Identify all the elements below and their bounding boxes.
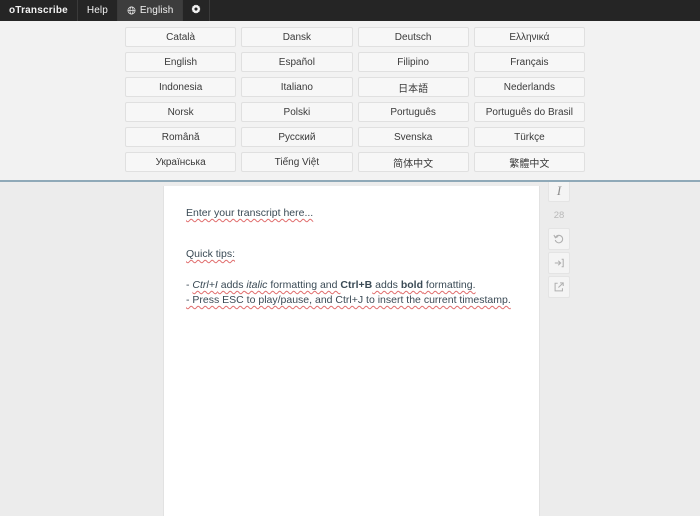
word-count-value: 28 — [553, 210, 565, 221]
transcript-placeholder-text: Enter your transcript here... — [186, 207, 314, 219]
language-option-label: Español — [278, 56, 315, 68]
language-option-label: Filipino — [397, 56, 429, 68]
language-option[interactable]: Українська — [125, 152, 237, 172]
language-option-label: Svenska — [393, 131, 433, 143]
tip-bold-word: bold — [400, 279, 423, 291]
transcript-placeholder: Enter your transcript here... — [186, 206, 517, 221]
language-option-label: Nederlands — [503, 81, 555, 93]
italic-format-label: I — [556, 183, 562, 198]
language-option-label: 繁體中文 — [509, 158, 550, 170]
language-option[interactable]: Română — [125, 127, 237, 147]
tip-text: adds — [217, 279, 247, 291]
transcript-document[interactable]: Enter your transcript here... Quick tips… — [163, 186, 540, 516]
language-option-label: Português do Brasil — [485, 106, 574, 118]
language-option-label: Indonesia — [158, 81, 203, 93]
tip-text: formatting and — [267, 279, 341, 291]
export-button[interactable] — [548, 276, 570, 298]
language-option[interactable]: Tiếng Việt — [241, 152, 353, 172]
transcript-body[interactable]: Enter your transcript here... Quick tips… — [164, 186, 539, 308]
language-option-label: Українська — [155, 156, 206, 168]
language-option-label: Català — [166, 31, 196, 43]
editor-toolbar-rail: I 28 — [541, 180, 589, 516]
language-option[interactable]: Indonesia — [125, 77, 237, 97]
language-option[interactable]: 日本語 — [357, 77, 469, 97]
language-option[interactable]: Norsk — [125, 102, 237, 122]
language-option[interactable]: 繁體中文 — [473, 152, 585, 172]
undo-icon — [553, 233, 565, 245]
insert-timestamp-button[interactable] — [548, 252, 570, 274]
language-option[interactable]: Polski — [241, 102, 353, 122]
language-option-label: Ελληνικά — [509, 31, 550, 43]
language-selection-panel: Català Dansk Deutsch Ελληνικά English Es… — [0, 21, 700, 182]
language-option[interactable]: English — [125, 52, 237, 72]
language-option-label: 简体中文 — [393, 158, 434, 170]
language-option-label: 日本語 — [398, 83, 429, 95]
italic-format-button[interactable]: I — [548, 180, 570, 202]
language-option-label: Dansk — [282, 31, 312, 43]
language-option[interactable]: Deutsch — [357, 27, 469, 47]
language-option-label: Italiano — [280, 81, 313, 93]
language-option-label: Tiếng Việt — [274, 156, 320, 168]
settings-menu-item[interactable] — [183, 0, 211, 21]
brand-logo-label: oTranscribe — [9, 5, 68, 16]
globe-icon — [127, 6, 136, 15]
language-option-label: Română — [161, 131, 200, 143]
language-option[interactable]: 简体中文 — [357, 152, 469, 172]
language-option-label: English — [164, 56, 198, 68]
language-option[interactable]: Русский — [241, 127, 353, 147]
language-option[interactable]: Français — [473, 52, 585, 72]
shortcut-ctrl-i: Ctrl+I — [192, 279, 218, 291]
language-grid: Català Dansk Deutsch Ελληνικά English Es… — [125, 27, 585, 172]
language-option[interactable]: Italiano — [241, 77, 353, 97]
language-option[interactable]: Ελληνικά — [473, 27, 585, 47]
top-navigation-bar: oTranscribe Help English — [0, 0, 700, 21]
shortcut-ctrl-b: Ctrl+B — [340, 279, 373, 291]
undo-button[interactable] — [548, 228, 570, 250]
tip-text: formatting. — [423, 279, 476, 291]
help-menu-item[interactable]: Help — [78, 0, 118, 21]
language-option[interactable]: Català — [125, 27, 237, 47]
language-option-label: Polski — [283, 106, 311, 118]
language-option-label: Français — [510, 56, 549, 68]
word-count: 28 — [548, 210, 570, 221]
language-menu-item[interactable]: English — [117, 0, 184, 21]
language-option-label: Deutsch — [394, 31, 432, 43]
quick-tips-heading: Quick tips: — [186, 247, 517, 262]
gear-icon — [191, 4, 201, 17]
language-option[interactable]: Dansk — [241, 27, 353, 47]
language-option[interactable]: Türkçe — [473, 127, 585, 147]
language-option[interactable]: Português do Brasil — [473, 102, 585, 122]
language-option[interactable]: Português — [357, 102, 469, 122]
app-root: Enter your transcript here... Quick tips… — [0, 0, 700, 516]
quick-tips-heading-text: Quick tips: — [186, 248, 236, 260]
help-menu-label: Help — [86, 5, 108, 16]
quick-tip-playback: - Press ESC to play/pause, and Ctrl+J to… — [186, 293, 517, 308]
language-option-label: Português — [390, 106, 436, 118]
language-option[interactable]: Filipino — [357, 52, 469, 72]
export-icon — [553, 281, 565, 293]
quick-tip-playback-text: - Press ESC to play/pause, and Ctrl+J to… — [186, 294, 511, 306]
language-option[interactable]: Svenska — [357, 127, 469, 147]
language-option[interactable]: Español — [241, 52, 353, 72]
tip-italic-word: italic — [246, 279, 268, 291]
language-menu-label: English — [139, 5, 174, 16]
language-option-label: Norsk — [167, 106, 194, 118]
tip-text: adds — [372, 279, 401, 291]
brand-logo[interactable]: oTranscribe — [0, 0, 78, 21]
insert-timestamp-icon — [553, 257, 565, 269]
language-option[interactable]: Nederlands — [473, 77, 585, 97]
language-option-label: Русский — [278, 131, 316, 143]
language-option-label: Türkçe — [514, 131, 545, 143]
quick-tip-formatting: - Ctrl+I adds italic formatting and Ctrl… — [186, 278, 517, 293]
